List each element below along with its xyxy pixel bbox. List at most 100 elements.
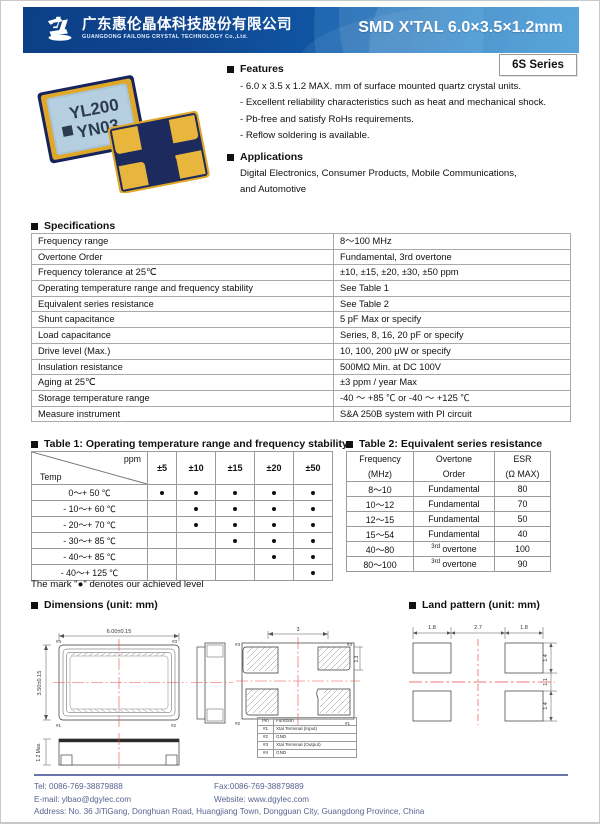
table2-frequency: 40～80 — [346, 541, 414, 557]
footer-fax: Fax:0086-769-38879889 — [214, 782, 304, 791]
table2-order: 3rd overtone — [412, 556, 495, 572]
table2-header-esr: ESR — [493, 451, 552, 467]
spec-value: See Table 2 — [333, 295, 571, 313]
application-line: and Automotive — [240, 184, 307, 195]
table1-temp-range: - 40～+ 85 ℃ — [31, 548, 148, 565]
table2-order: 3rd overtone — [412, 541, 495, 557]
table2-frequency: 80～100 — [346, 556, 414, 572]
spec-key: Drive level (Max.) — [31, 342, 334, 360]
spec-key: Measure instrument — [31, 405, 334, 423]
table-row: Aging at 25℃ ±3 ppm / year Max — [31, 374, 571, 391]
table1-cell — [293, 484, 333, 501]
table-header-row: Frequency Overtone ESR — [346, 451, 552, 467]
table1-cell — [176, 548, 217, 565]
svg-text:#2: #2 — [171, 723, 177, 728]
bullet-square-icon — [227, 65, 234, 73]
spec-key: Storage temperature range — [31, 389, 334, 407]
spec-value: ±10, ±15, ±20, ±30, ±50 ppm — [333, 264, 571, 282]
svg-text:1.4: 1.4 — [543, 654, 549, 662]
table-row: 8～10 Fundamental 80 — [346, 481, 552, 497]
table2-esr: Frequency Overtone ESR (MHz) Order (Ω MA… — [346, 451, 552, 572]
table1-temp-range: - 10～+ 60 ℃ — [31, 500, 148, 517]
spec-key: Overtone Order — [31, 248, 334, 266]
spec-key: Operating temperature range and frequenc… — [31, 280, 334, 297]
datasheet-page: 广东惠伦晶体科技股份有限公司 GUANGDONG FAILONG CRYSTAL… — [0, 0, 600, 824]
pin-number: #3 — [257, 741, 274, 750]
feature-item: - Reflow soldering is available. — [240, 130, 370, 141]
table-row: Operating temperature range and frequenc… — [31, 280, 571, 297]
table2-frequency: 8～10 — [346, 481, 414, 497]
table1-cell — [254, 516, 294, 533]
table1-cell — [254, 564, 294, 581]
page-header: 广东惠伦晶体科技股份有限公司 GUANGDONG FAILONG CRYSTAL… — [23, 7, 579, 53]
spec-value: Series, 8, 16, 20 pF or specify — [333, 327, 571, 344]
table-row: Measure instrument S&A 250B system with P… — [31, 405, 571, 423]
table2-order: Fundamental — [412, 511, 495, 527]
table1-note: The mark "●" denotes our achieved level — [31, 579, 204, 590]
table1-heading: Table 1: Operating temperature range and… — [31, 438, 348, 450]
table1-temp-range: 0～+ 50 ℃ — [31, 484, 148, 501]
svg-text:1.2 Max.: 1.2 Max. — [36, 742, 42, 761]
pin-function-table: Pin Function #1 Xtal Terminal (Input) #2 G… — [257, 717, 357, 758]
svg-text:2.7: 2.7 — [474, 625, 482, 631]
dimensions-heading-label: Dimensions (unit: mm) — [44, 599, 158, 611]
table1-cell — [293, 564, 333, 581]
function-header: Function — [273, 717, 357, 726]
table-row: Frequency range 8～100 MHz — [31, 233, 571, 250]
company-name-cn: 广东惠伦晶体科技股份有限公司 — [82, 16, 292, 33]
table2-order: Fundamental — [412, 481, 495, 497]
table2-header-overtone: Overtone — [412, 451, 495, 467]
footer-address: Address: No. 36 JiTiGang, Donghuan Road,… — [34, 807, 425, 817]
footer-website[interactable]: Website: www.dgylec.com — [214, 794, 309, 807]
spec-value: 10, 100, 200 μW or specify — [333, 342, 571, 360]
feature-item: - Excellent reliability characteristics … — [240, 97, 547, 108]
table-row: 40～80 3rd overtone 100 — [346, 541, 552, 557]
table-row: Equivalent series resistance See Table 2 — [31, 295, 571, 313]
table1-column-header: ±15 — [215, 451, 256, 485]
svg-text:1.4: 1.4 — [543, 702, 549, 710]
table-row: 10～12 Fundamental 70 — [346, 496, 552, 512]
table2-heading: Table 2: Equivalent series resistance — [346, 438, 542, 450]
table2-esr-value: 100 — [493, 541, 552, 557]
svg-text:1.1: 1.1 — [543, 678, 549, 686]
pin-number: #1 — [257, 725, 274, 734]
table1-heading-label: Table 1: Operating temperature range and… — [44, 438, 348, 450]
table-row: Storage temperature range -40 ～ +85 ℃ or … — [31, 389, 571, 407]
spec-value: Fundamental, 3rd overtone — [333, 248, 571, 266]
table1-cell — [293, 548, 333, 565]
footer-email[interactable]: E-mail: ylbao@dgylec.com — [34, 794, 214, 807]
specifications-table: Frequency range 8～100 MHz Overtone Order F… — [31, 233, 571, 423]
table1-column-header: ±10 — [176, 451, 217, 485]
footer-divider — [34, 774, 568, 776]
svg-text:3.50±0.15: 3.50±0.15 — [37, 671, 43, 696]
table1-cell — [146, 532, 178, 549]
table2-esr-value: 70 — [493, 496, 552, 512]
table1-cell — [254, 500, 294, 517]
svg-text:1.8: 1.8 — [520, 625, 528, 631]
table1-cell — [176, 532, 217, 549]
applications-heading: Applications — [227, 151, 577, 163]
page-footer: Tel: 0086-769-38879888 Fax:0086-769-3887… — [34, 781, 574, 819]
spec-value: ±3 ppm / year Max — [333, 374, 571, 391]
spec-key: Frequency range — [31, 233, 334, 250]
table-row: #3 Xtal Terminal (Output) — [257, 741, 357, 750]
table-header-row: ppm Temp ±5 ±10 ±15 ±20 ±50 — [31, 451, 333, 485]
pin-function: Xtal Terminal (Output) — [273, 741, 357, 750]
table2-heading-label: Table 2: Equivalent series resistance — [359, 438, 543, 450]
company-logo: 广东惠伦晶体科技股份有限公司 GUANGDONG FAILONG CRYSTAL… — [45, 15, 292, 43]
spec-value: 5 pF Max or specify — [333, 311, 571, 329]
table1-column-header: ±50 — [293, 451, 333, 485]
page-bottom-rule — [1, 822, 600, 823]
svg-text:1.3: 1.3 — [354, 655, 360, 662]
svg-text:#4: #4 — [56, 639, 62, 644]
table2-frequency: 10～12 — [346, 496, 414, 512]
table1-temperature-stability: ppm Temp ±5 ±10 ±15 ±20 ±50 0～+ 50 ℃ - 1… — [31, 451, 333, 581]
pin-function: GND — [273, 749, 357, 758]
svg-text:#3: #3 — [235, 642, 241, 647]
svg-text:1.8: 1.8 — [428, 625, 436, 631]
svg-text:#4: #4 — [347, 642, 353, 647]
table1-cell — [215, 516, 256, 533]
table-row: Overtone Order Fundamental, 3rd overtone — [31, 248, 571, 266]
table-row: 12～15 Fundamental 50 — [346, 511, 552, 527]
spec-value: 500MΩ Min. at DC 100V — [333, 358, 571, 376]
